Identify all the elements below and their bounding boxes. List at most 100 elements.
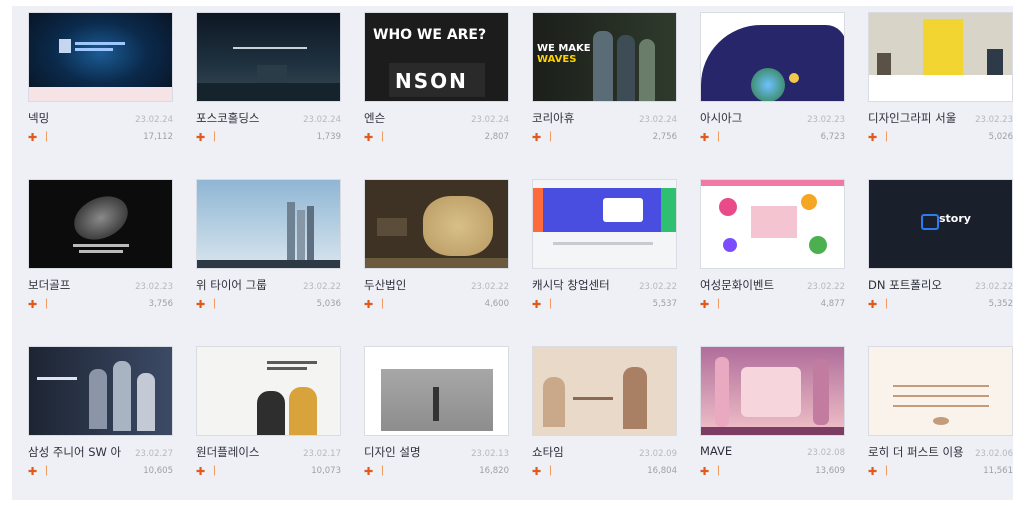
portfolio-card[interactable]: 디자인 설명 23.02.13 ✚ ❘ 16,820	[364, 346, 509, 491]
card-title[interactable]: 코리아휴	[532, 110, 574, 126]
portfolio-card[interactable]: 삼성 주니어 SW 아 23.02.27 ✚ ❘ 10,605	[28, 346, 173, 491]
card-title[interactable]: 디자인 설명	[364, 444, 421, 460]
portfolio-card[interactable]: 포스코홀딩스 23.02.24 ✚ ❘ 1,739	[196, 12, 341, 157]
fire-icon[interactable]: ❘	[714, 298, 722, 310]
card-title[interactable]: 여성문화이벤트	[700, 277, 774, 293]
portfolio-card[interactable]: story DN 포트폴리오 23.02.22 ✚ ❘ 5,352	[868, 179, 1013, 324]
fire-icon[interactable]: ❘	[42, 298, 50, 310]
view-count: 1,739	[316, 132, 341, 142]
card-thumbnail[interactable]	[868, 12, 1013, 102]
plus-icon[interactable]: ✚	[28, 299, 37, 310]
card-thumbnail[interactable]	[364, 179, 509, 269]
view-count: 17,112	[143, 132, 173, 142]
view-count: 5,537	[652, 299, 677, 309]
fire-icon[interactable]: ❘	[882, 298, 890, 310]
plus-icon[interactable]: ✚	[28, 466, 37, 477]
card-title[interactable]: 삼성 주니어 SW 아	[28, 444, 121, 460]
card-title[interactable]: MAVE	[700, 444, 732, 458]
fire-icon[interactable]: ❘	[882, 465, 890, 477]
plus-icon[interactable]: ✚	[196, 299, 205, 310]
fire-icon[interactable]: ❘	[42, 465, 50, 477]
fire-icon[interactable]: ❘	[210, 131, 218, 143]
portfolio-card[interactable]: MAVE 23.02.08 ✚ ❘ 13,609	[700, 346, 845, 491]
card-title[interactable]: DN 포트폴리오	[868, 277, 942, 293]
view-count: 16,804	[647, 466, 677, 476]
card-thumbnail[interactable]: WHO WE ARE? NSON	[364, 12, 509, 102]
card-date: 23.02.06	[975, 449, 1013, 459]
portfolio-card[interactable]: WE MAKE WAVES 코리아휴 23.02.24 ✚ ❘ 2,756	[532, 12, 677, 157]
card-title[interactable]: 쇼타임	[532, 444, 564, 460]
card-thumbnail[interactable]	[28, 12, 173, 102]
card-thumbnail[interactable]: story	[868, 179, 1013, 269]
plus-icon[interactable]: ✚	[196, 466, 205, 477]
plus-icon[interactable]: ✚	[532, 299, 541, 310]
fire-icon[interactable]: ❘	[378, 298, 386, 310]
card-title[interactable]: 아시아그	[700, 110, 742, 126]
card-thumbnail[interactable]: WE MAKE WAVES	[532, 12, 677, 102]
card-thumbnail[interactable]	[868, 346, 1013, 436]
card-title[interactable]: 넥밍	[28, 110, 49, 126]
card-thumbnail[interactable]	[196, 179, 341, 269]
portfolio-card[interactable]: 원더플레이스 23.02.17 ✚ ❘ 10,073	[196, 346, 341, 491]
card-title[interactable]: 보더골프	[28, 277, 70, 293]
fire-icon[interactable]: ❘	[546, 298, 554, 310]
plus-icon[interactable]: ✚	[532, 132, 541, 143]
fire-icon[interactable]: ❘	[882, 131, 890, 143]
fire-icon[interactable]: ❘	[378, 465, 386, 477]
fire-icon[interactable]: ❘	[210, 465, 218, 477]
plus-icon[interactable]: ✚	[532, 466, 541, 477]
portfolio-card[interactable]: 아시아그 23.02.23 ✚ ❘ 6,723	[700, 12, 845, 157]
plus-icon[interactable]: ✚	[700, 132, 709, 143]
plus-icon[interactable]: ✚	[700, 466, 709, 477]
plus-icon[interactable]: ✚	[700, 299, 709, 310]
portfolio-card[interactable]: 위 타이어 그룹 23.02.22 ✚ ❘ 5,036	[196, 179, 341, 324]
plus-icon[interactable]: ✚	[28, 132, 37, 143]
card-title[interactable]: 포스코홀딩스	[196, 110, 259, 126]
card-thumbnail[interactable]	[532, 179, 677, 269]
plus-icon[interactable]: ✚	[364, 299, 373, 310]
card-thumbnail[interactable]	[700, 12, 845, 102]
portfolio-card[interactable]: 쇼타임 23.02.09 ✚ ❘ 16,804	[532, 346, 677, 491]
card-thumbnail[interactable]	[700, 346, 845, 436]
card-thumbnail[interactable]	[364, 346, 509, 436]
fire-icon[interactable]: ❘	[546, 465, 554, 477]
fire-icon[interactable]: ❘	[546, 131, 554, 143]
fire-icon[interactable]: ❘	[714, 131, 722, 143]
fire-icon[interactable]: ❘	[714, 465, 722, 477]
plus-icon[interactable]: ✚	[364, 132, 373, 143]
fire-icon[interactable]: ❘	[210, 298, 218, 310]
portfolio-card[interactable]: 디자인그라피 서울 23.02.23 ✚ ❘ 5,026	[868, 12, 1013, 157]
fire-icon[interactable]: ❘	[42, 131, 50, 143]
card-thumbnail[interactable]	[700, 179, 845, 269]
plus-icon[interactable]: ✚	[868, 466, 877, 477]
plus-icon[interactable]: ✚	[364, 466, 373, 477]
card-title[interactable]: 원더플레이스	[196, 444, 259, 460]
card-title[interactable]: 로히 더 퍼스트 이용	[868, 444, 964, 460]
plus-icon[interactable]: ✚	[868, 299, 877, 310]
portfolio-card[interactable]: 보더골프 23.02.23 ✚ ❘ 3,756	[28, 179, 173, 324]
card-thumbnail[interactable]	[532, 346, 677, 436]
card-title[interactable]: 위 타이어 그룹	[196, 277, 267, 293]
card-title[interactable]: 디자인그라피 서울	[868, 110, 956, 126]
card-date: 23.02.24	[471, 115, 509, 125]
card-thumbnail[interactable]	[196, 12, 341, 102]
portfolio-card[interactable]: 두산법인 23.02.22 ✚ ❘ 4,600	[364, 179, 509, 324]
plus-icon[interactable]: ✚	[196, 132, 205, 143]
portfolio-card[interactable]: 넥밍 23.02.24 ✚ ❘ 17,112	[28, 12, 173, 157]
portfolio-card[interactable]: 캐시닥 창업센터 23.02.22 ✚ ❘ 5,537	[532, 179, 677, 324]
card-title[interactable]: 캐시닥 창업센터	[532, 277, 610, 293]
card-title[interactable]: 엔슨	[364, 110, 385, 126]
plus-icon[interactable]: ✚	[868, 132, 877, 143]
view-count: 5,036	[316, 299, 341, 309]
fire-icon[interactable]: ❘	[378, 131, 386, 143]
portfolio-card[interactable]: 로히 더 퍼스트 이용 23.02.06 ✚ ❘ 11,561	[868, 346, 1013, 491]
card-thumbnail[interactable]	[28, 179, 173, 269]
card-thumbnail[interactable]	[196, 346, 341, 436]
view-count: 2,756	[652, 132, 677, 142]
portfolio-card[interactable]: WHO WE ARE? NSON 엔슨 23.02.24 ✚ ❘ 2,807	[364, 12, 509, 157]
card-thumbnail[interactable]	[28, 346, 173, 436]
card-title[interactable]: 두산법인	[364, 277, 406, 293]
view-count: 16,820	[479, 466, 509, 476]
portfolio-card[interactable]: 여성문화이벤트 23.02.22 ✚ ❘ 4,877	[700, 179, 845, 324]
card-date: 23.02.27	[135, 449, 173, 459]
